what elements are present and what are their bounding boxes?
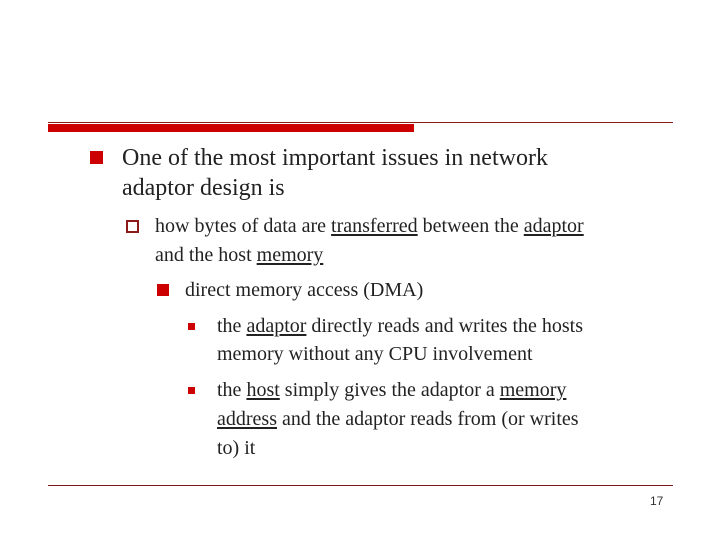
footer-rule: [48, 485, 673, 486]
bullet-5-line-3: to) it: [217, 437, 256, 459]
bullet-2-line-1: how bytes of data are transferred betwee…: [155, 215, 584, 238]
text-segment: and the adaptor reads from (or writes: [276, 408, 579, 430]
underlined-term: adaptor: [246, 315, 307, 337]
underlined-term: transferred: [331, 215, 418, 237]
header-rule-thick: [48, 124, 414, 132]
filled-square-bullet-icon: [157, 284, 169, 296]
bullet-1-line-2: adaptor design is: [122, 175, 285, 201]
small-square-bullet-icon: [188, 387, 195, 394]
bullet-4-line-1: the adaptor directly reads and writes th…: [217, 315, 583, 338]
bullet-3-line-1: direct memory access (DMA): [185, 279, 424, 301]
hollow-square-bullet-icon: [126, 220, 139, 233]
text-segment: simply gives the adaptor a: [279, 379, 500, 401]
text-segment: the: [217, 379, 247, 401]
filled-square-bullet-icon: [90, 151, 103, 164]
bullet-5-line-2: address and the adaptor reads from (or w…: [217, 408, 579, 431]
bullet-4-line-2: memory without any CPU involvement: [217, 343, 533, 365]
underlined-term: memory: [499, 379, 567, 401]
underlined-term: memory: [256, 244, 324, 266]
underlined-term: host: [246, 379, 280, 401]
underlined-term: address: [217, 408, 277, 430]
small-square-bullet-icon: [188, 323, 195, 330]
bullet-5-line-1: the host simply gives the adaptor a memo…: [217, 379, 566, 402]
text-segment: how bytes of data are: [155, 215, 332, 237]
page-number: 17: [650, 494, 664, 508]
bullet-1-line-1: One of the most important issues in netw…: [122, 145, 548, 171]
bullet-2-line-2: and the host memory: [155, 244, 323, 267]
text-segment: between the: [417, 215, 524, 237]
text-segment: directly reads and writes the hosts: [306, 315, 584, 337]
underlined-term: adaptor: [523, 215, 584, 237]
text-segment: and the host: [155, 244, 257, 266]
text-segment: the: [217, 315, 247, 337]
header-rule-thin: [48, 122, 673, 123]
